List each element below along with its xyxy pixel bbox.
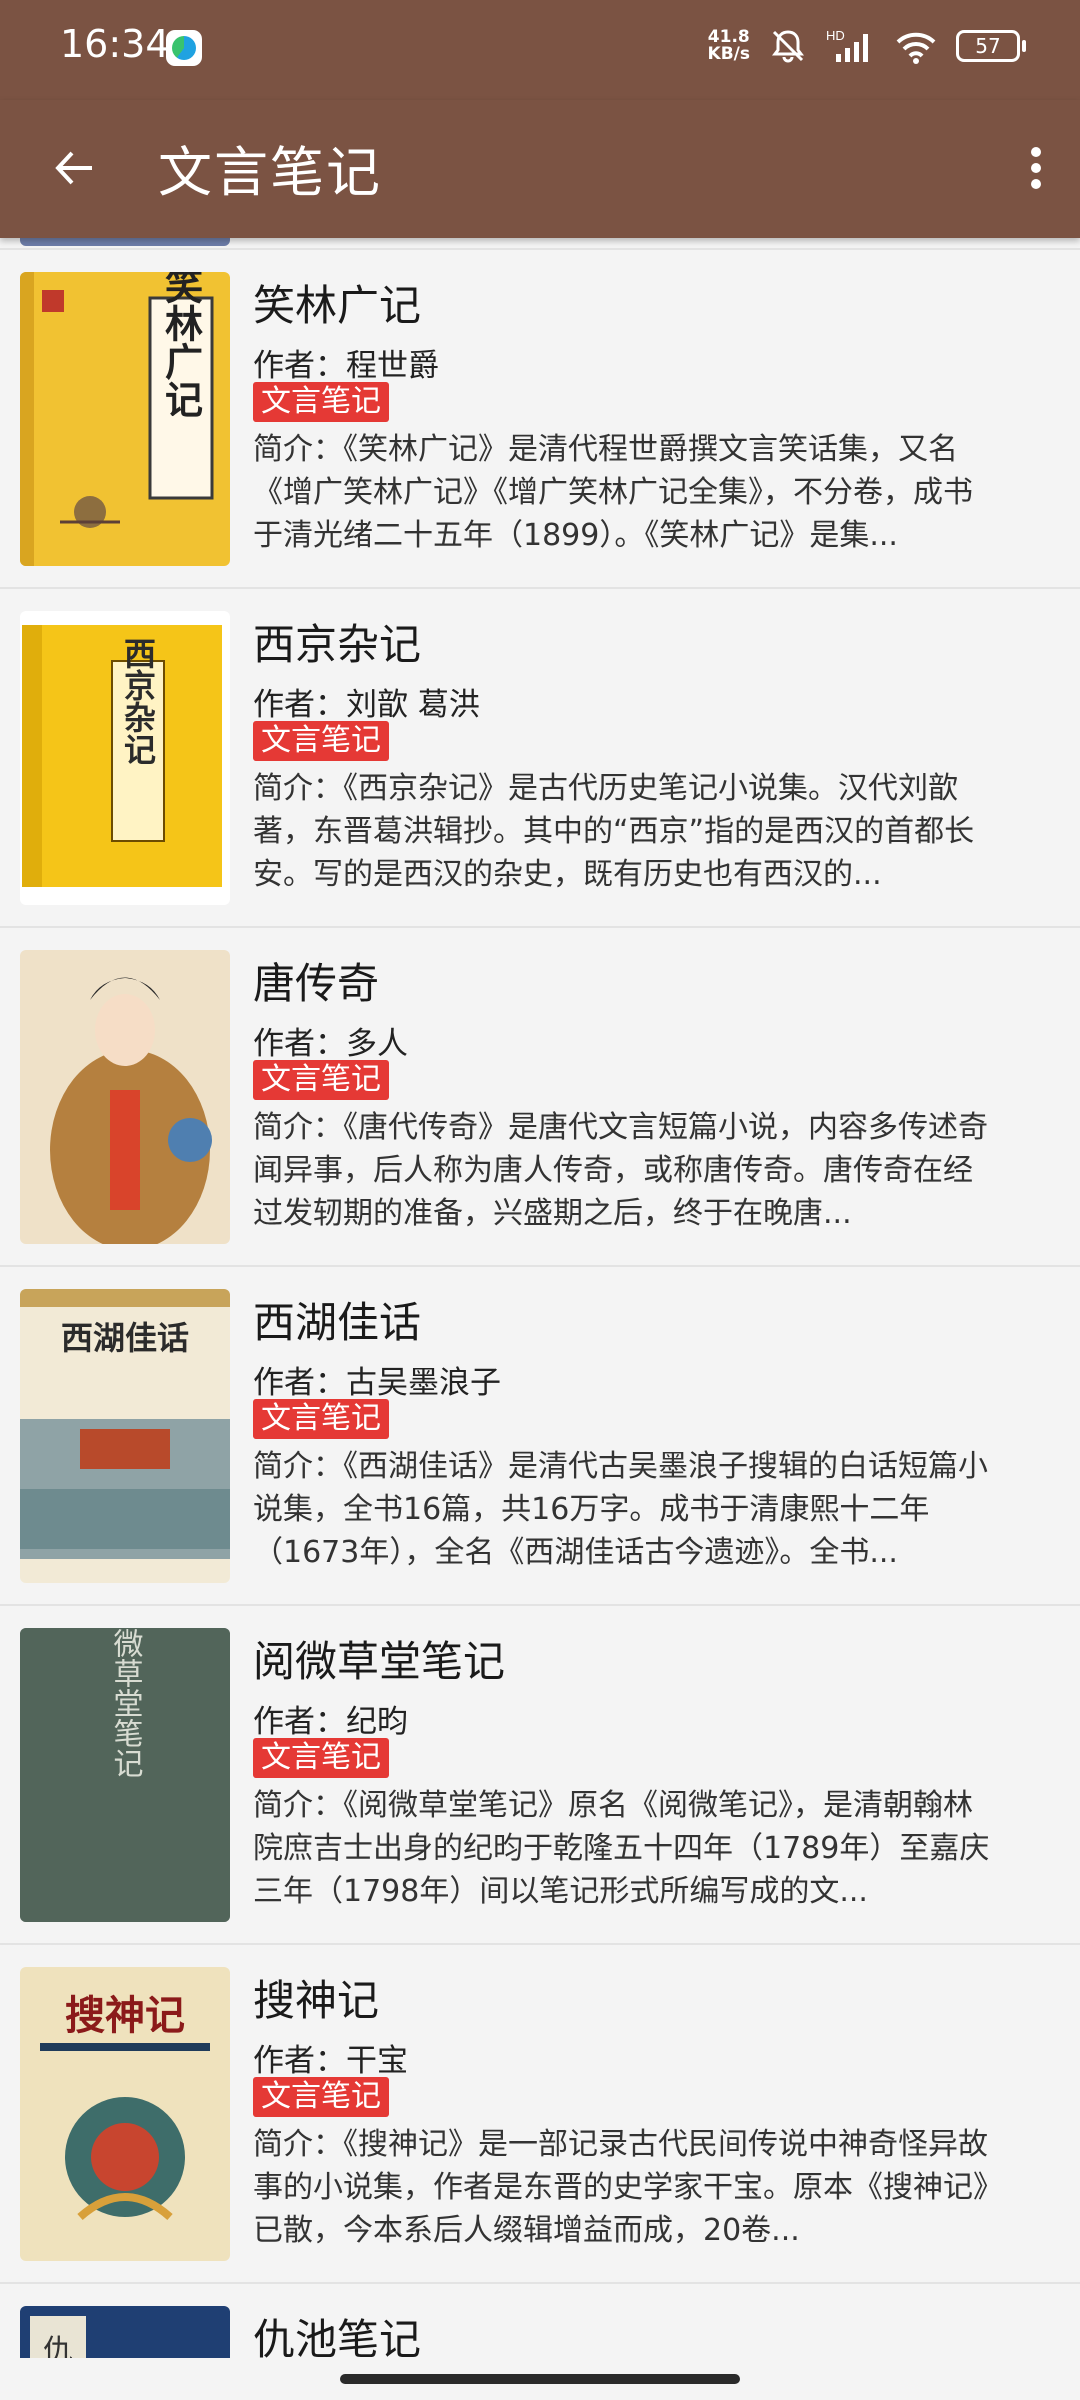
status-time: 16:34 xyxy=(60,22,170,66)
cover-title-text: 西湖佳话 xyxy=(61,1319,189,1357)
book-title: 仇池笔记 xyxy=(253,2315,422,2358)
book-intro: 简介：《西京杂记》是古代历史笔记小说集。汉代刘歆著，东晋葛洪辑抄。其中的“西京”… xyxy=(253,771,975,892)
book-title: 西湖佳话 xyxy=(253,1298,422,1347)
back-arrow-icon xyxy=(55,151,92,185)
book-author: 作者：多人 xyxy=(253,1026,408,1062)
cover-title-text: 西京杂记 xyxy=(119,637,157,765)
page-title: 文言笔记 xyxy=(158,141,382,204)
category-tag: 文言笔记 xyxy=(253,382,389,422)
signal-hd-label: HD xyxy=(826,28,845,43)
list-item-previous[interactable] xyxy=(0,238,1080,250)
book-intro: 简介：《西湖佳话》是清代古吴墨浪子搜辑的白话短篇小说集，全书16篇，共16万字。… xyxy=(253,1449,988,1570)
book-cover: 西京杂记 xyxy=(20,611,230,905)
book-cover: 西湖佳话 xyxy=(20,1289,230,1583)
book-cover: 搜神记 xyxy=(20,1967,230,2261)
navigation-bar xyxy=(0,2358,1080,2400)
book-title: 阅微草堂笔记 xyxy=(253,1637,506,1686)
book-list[interactable]: 笑林广记 笑林广记 作者：程世爵 文言笔记 简介：《笑林广记》是清代程世爵撰文言… xyxy=(0,238,1080,2358)
more-vert-icon xyxy=(1031,147,1041,189)
book-item[interactable]: 搜神记 搜神记 作者：干宝 文言笔记 简介：《搜神记》是一部记录古代民间传说中神… xyxy=(0,1945,1080,2284)
category-tag: 文言笔记 xyxy=(253,1399,389,1439)
book-cover: 阅微草堂笔记 xyxy=(20,1628,230,1922)
book-cover xyxy=(20,950,230,1244)
category-tag: 文言笔记 xyxy=(253,1738,389,1778)
category-tag: 文言笔记 xyxy=(253,2077,389,2117)
cover-title-text: 阅微草堂笔记 xyxy=(108,1628,144,1778)
book-intro: 简介：《笑林广记》是清代程世爵撰文言笑话集，又名《增广笑林广记》《增广笑林广记全… xyxy=(253,432,973,553)
book-intro: 简介：《唐代传奇》是唐代文言短篇小说，内容多传述奇闻异事，后人称为唐人传奇，或称… xyxy=(253,1110,988,1231)
more-options-button[interactable] xyxy=(998,130,1074,206)
book-author: 作者：干宝 xyxy=(253,2043,408,2079)
book-item[interactable]: 笑林广记 笑林广记 作者：程世爵 文言笔记 简介：《笑林广记》是清代程世爵撰文言… xyxy=(0,250,1080,589)
cover-title-text: 笑林广记 xyxy=(159,272,204,418)
book-cover: 笑林广记 xyxy=(20,272,230,566)
cover-title-text: 仇 xyxy=(43,2334,73,2358)
book-author: 作者：程世爵 xyxy=(253,348,439,384)
signal-icon: HD xyxy=(826,26,876,66)
book-author: 作者：纪昀 xyxy=(253,1704,408,1740)
battery-indicator: 57 xyxy=(956,30,1026,62)
category-tag: 文言笔记 xyxy=(253,1060,389,1100)
book-intro: 简介：《搜神记》是一部记录古代民间传说中神奇怪异故事的小说集，作者是东晋的史学家… xyxy=(253,2127,988,2248)
back-button[interactable] xyxy=(36,130,112,206)
book-title: 搜神记 xyxy=(253,1976,380,2025)
book-title: 西京杂记 xyxy=(253,620,422,669)
book-intro: 简介：《阅微草堂笔记》原名《阅微笔记》，是清朝翰林院庶吉士出身的纪昀于乾隆五十四… xyxy=(253,1788,990,1909)
book-item[interactable]: 唐传奇 作者：多人 文言笔记 简介：《唐代传奇》是唐代文言短篇小说，内容多传述奇… xyxy=(0,928,1080,1267)
status-icons: 41.8 KB/s HD 57 xyxy=(708,26,1026,66)
book-item[interactable]: 西湖佳话 西湖佳话 作者：古吴墨浪子 文言笔记 简介：《西湖佳话》是清代古吴墨浪… xyxy=(0,1267,1080,1606)
book-author: 作者：刘歆 葛洪 xyxy=(253,687,480,723)
network-speed: 41.8 KB/s xyxy=(708,29,750,63)
book-item[interactable]: 阅微草堂笔记 阅微草堂笔记 作者：纪昀 文言笔记 简介：《阅微草堂笔记》原名《阅… xyxy=(0,1606,1080,1945)
category-tag: 文言笔记 xyxy=(253,721,389,761)
status-bar: 16:34 41.8 KB/s HD 57 xyxy=(0,0,1080,100)
edge-browser-icon xyxy=(166,30,202,66)
mute-bell-icon xyxy=(768,26,808,66)
book-item[interactable]: 仇 仇池笔记 xyxy=(0,2284,1080,2358)
network-speed-unit: KB/s xyxy=(707,44,750,64)
wifi-icon xyxy=(894,26,938,66)
book-cover: 仇 xyxy=(20,2306,230,2358)
book-item[interactable]: 西京杂记 西京杂记 作者：刘歆 葛洪 文言笔记 简介：《西京杂记》是古代历史笔记… xyxy=(0,589,1080,928)
book-author: 作者：古吴墨浪子 xyxy=(253,1365,501,1401)
book-title: 唐传奇 xyxy=(253,959,380,1008)
cover-title-text: 搜神记 xyxy=(65,1992,185,2039)
book-title: 笑林广记 xyxy=(253,281,422,330)
book-cover-previous xyxy=(20,238,230,246)
home-indicator[interactable] xyxy=(340,2374,740,2384)
app-bar: 文言笔记 xyxy=(0,100,1080,238)
